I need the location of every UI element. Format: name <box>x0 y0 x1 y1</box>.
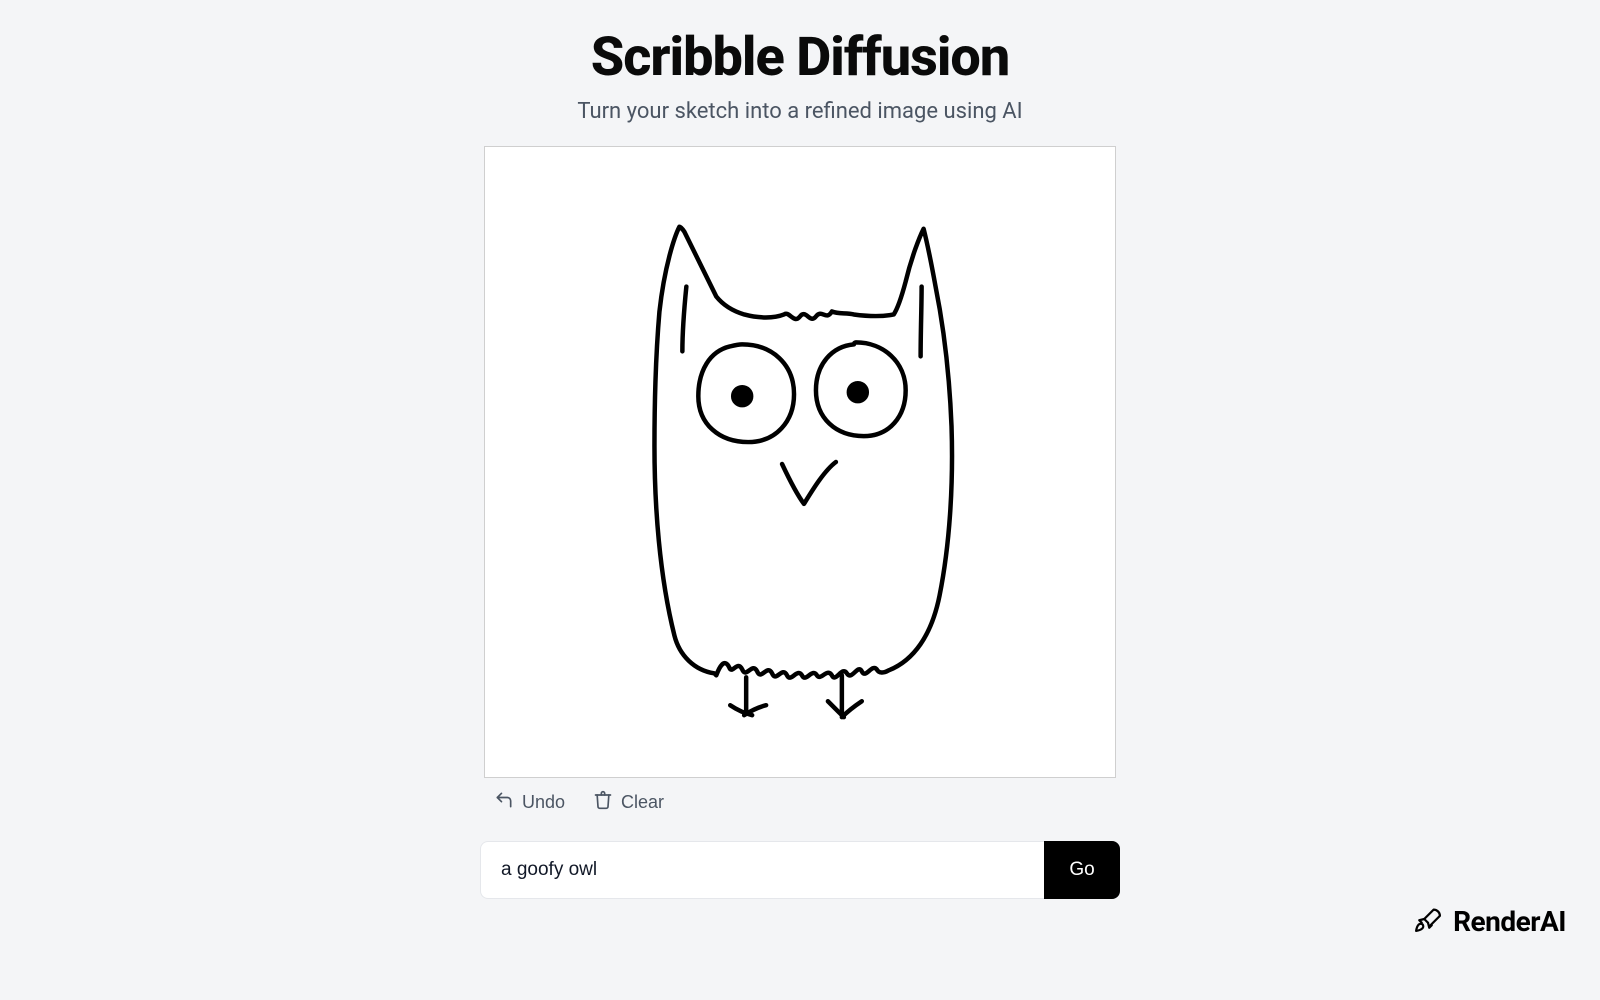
page-subtitle: Turn your sketch into a refined image us… <box>480 99 1120 124</box>
prompt-input[interactable] <box>480 841 1044 899</box>
undo-button[interactable]: Undo <box>494 790 565 815</box>
owl-sketch <box>485 147 1115 777</box>
undo-label: Undo <box>522 792 565 813</box>
go-button[interactable]: Go <box>1044 841 1120 899</box>
brand-name: RenderAI <box>1453 905 1566 938</box>
undo-icon <box>494 790 514 815</box>
clear-label: Clear <box>621 792 664 813</box>
brand-badge[interactable]: RenderAI <box>1413 904 1566 938</box>
trash-icon <box>593 790 613 815</box>
page-title: Scribble Diffusion <box>480 26 1120 89</box>
rocket-icon <box>1413 904 1443 938</box>
clear-button[interactable]: Clear <box>593 790 664 815</box>
sketch-canvas[interactable] <box>484 146 1116 778</box>
